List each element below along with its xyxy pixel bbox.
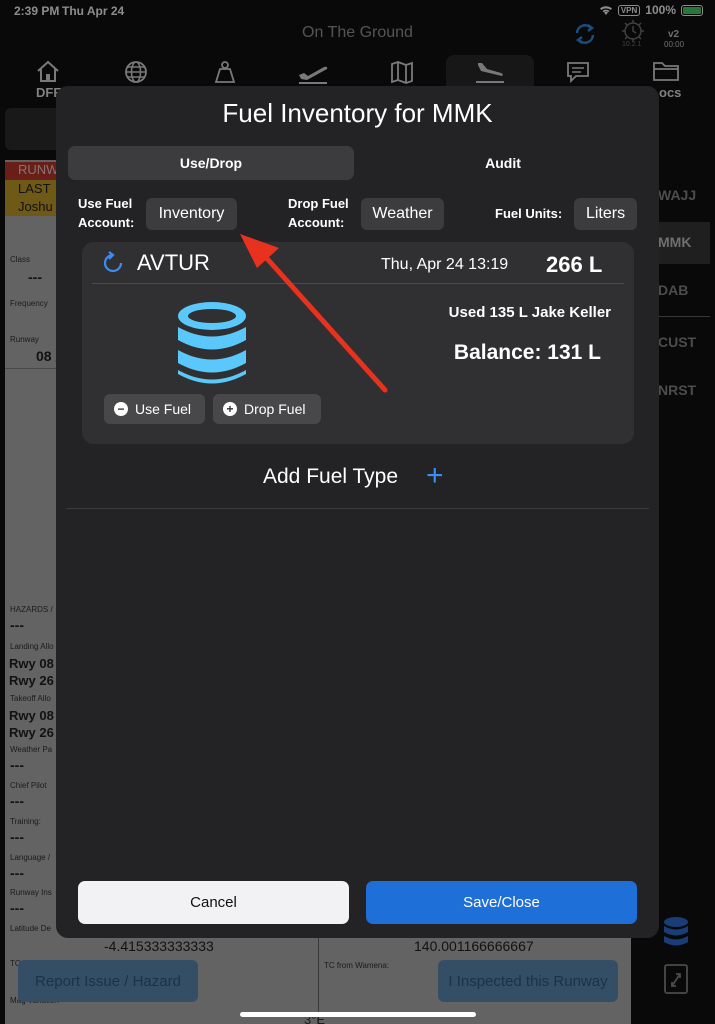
database-icon [178, 302, 246, 384]
add-fuel-type-label[interactable]: Add Fuel Type [263, 465, 398, 489]
use-fuel-account-label-line1: Use Fuel [78, 196, 133, 211]
used-fuel-text: Used 135 L Jake Keller [448, 304, 611, 321]
fuel-date: Thu, Apr 24 13:19 [381, 256, 509, 273]
fuel-type-card: AVTUR Thu, Apr 24 13:19 266 L Used 135 L… [82, 242, 634, 444]
fuel-units-label: Fuel Units: [495, 206, 563, 221]
drop-fuel-account-label-line2: Account: [288, 215, 345, 230]
drop-fuel-account-label-line1: Drop Fuel [288, 196, 349, 211]
divider [66, 508, 649, 509]
use-fuel-button[interactable]: − Use Fuel [104, 394, 205, 424]
use-audit-segmented-control: Use/Drop Audit [68, 146, 646, 180]
drop-fuel-button[interactable]: + Drop Fuel [213, 394, 321, 424]
fuel-type-name: AVTUR [137, 250, 210, 275]
home-indicator[interactable] [240, 1012, 476, 1017]
fuel-balance: Balance: 131 L [453, 341, 601, 364]
use-fuel-account-select[interactable]: Inventory [146, 198, 237, 230]
use-fuel-account-label-line2: Account: [78, 215, 135, 230]
tab-audit[interactable]: Audit [360, 146, 646, 180]
use-fuel-account-label: Use Fuel Account: [78, 194, 134, 232]
refresh-icon[interactable] [102, 251, 124, 277]
fuel-inventory-modal: Fuel Inventory for MMK Use/Drop Audit Us… [56, 86, 659, 938]
tab-use-drop[interactable]: Use/Drop [68, 146, 354, 180]
plus-circle-icon: + [223, 402, 237, 416]
minus-circle-icon: − [114, 402, 128, 416]
add-fuel-type-plus-icon[interactable]: + [426, 461, 444, 491]
divider [92, 283, 624, 284]
fuel-quantity: 266 L [546, 252, 603, 277]
drop-fuel-account-label: Drop Fuel Account: [288, 194, 349, 232]
cancel-button[interactable]: Cancel [78, 881, 349, 924]
fuel-units-select[interactable]: Liters [574, 198, 637, 230]
drop-fuel-button-label: Drop Fuel [244, 401, 306, 417]
drop-fuel-account-select[interactable]: Weather [361, 198, 444, 230]
modal-title: Fuel Inventory for MMK [222, 98, 493, 128]
app-screen: 2:39 PM Thu Apr 24 VPN 100% On The Groun… [0, 0, 715, 1024]
use-fuel-button-label: Use Fuel [135, 401, 192, 417]
save-close-button[interactable]: Save/Close [366, 881, 637, 924]
